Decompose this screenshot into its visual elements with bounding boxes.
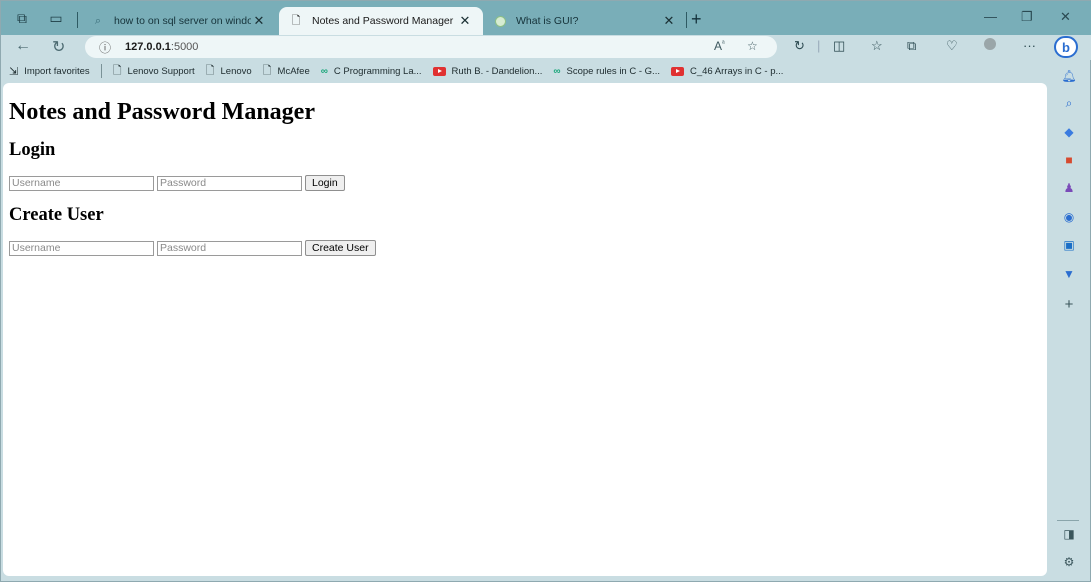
tab-what-is-gui[interactable]: What is GUI? ✕	[483, 7, 687, 35]
address-bar-row: ← ↻ ⓘ 127.0.0.1:5000 Aᵃ ☆ ↻ | ◫ ☆ ⧉ ♡ ··…	[1, 35, 1091, 60]
refresh-icon[interactable]: ↻	[52, 37, 65, 57]
bookmark-dandelion[interactable]: Ruth B. - Dandelion...	[432, 65, 543, 77]
login-form: Login	[9, 175, 1041, 191]
page-viewport: Notes and Password Manager Login Login C…	[3, 83, 1047, 576]
tab-title: how to on sql server on windows	[114, 15, 251, 27]
close-icon[interactable]: ✕	[661, 13, 677, 29]
link-icon: ∞	[553, 65, 561, 77]
bookmark-arrays-in-c[interactable]: C_46 Arrays in C - p...	[670, 65, 784, 77]
page-icon: 🗋	[112, 64, 122, 77]
bookmark-label: C_46 Arrays in C - p...	[689, 65, 784, 77]
tab-title: What is GUI?	[516, 15, 579, 27]
bookmark-lenovo[interactable]: 🗋 Lenovo	[206, 62, 252, 81]
bookmark-label: Import favorites	[24, 65, 90, 77]
import-icon: ⇲	[9, 65, 19, 78]
create-user-form: Create User	[9, 240, 1041, 256]
youtube-icon	[432, 66, 446, 76]
bookmark-lenovo-support[interactable]: 🗋 Lenovo Support	[113, 62, 195, 81]
tab-actions-icon[interactable]: ▭	[45, 7, 67, 29]
site-info-icon[interactable]: ⓘ	[99, 39, 111, 56]
create-password-input[interactable]	[157, 240, 302, 256]
toolbar-separator: |	[817, 38, 821, 53]
tab-separator	[77, 12, 78, 28]
read-aloud-icon[interactable]: Aᵃ	[714, 39, 725, 53]
restore-icon[interactable]: ❐	[1021, 9, 1033, 25]
outlook-icon[interactable]: ▣	[1059, 235, 1079, 255]
tab-notes-manager[interactable]: 🗋 Notes and Password Manager ✕	[279, 7, 483, 35]
bookmark-c-programming[interactable]: ∞ C Programming La...	[321, 66, 422, 77]
bookmark-mcafee[interactable]: 🗋 McAfee	[263, 62, 310, 81]
games-icon[interactable]: ♟	[1059, 178, 1079, 198]
login-button[interactable]: Login	[305, 175, 345, 191]
login-heading: Login	[9, 140, 56, 160]
youtube-icon	[670, 66, 684, 76]
search-icon[interactable]: ⌕	[1059, 93, 1079, 113]
page-title: Notes and Password Manager	[9, 99, 315, 125]
tab-sql-server[interactable]: ⌕ how to on sql server on windows ✕	[81, 7, 277, 35]
new-tab-icon[interactable]: +	[691, 10, 702, 28]
favorite-star-icon[interactable]: ☆	[747, 39, 758, 53]
url-host: 127.0.0.1	[125, 41, 171, 53]
create-username-input[interactable]	[9, 240, 154, 256]
login-username-input[interactable]	[9, 175, 154, 191]
page-icon: 🗋	[291, 14, 301, 27]
browser-essentials-icon[interactable]: ♡	[946, 38, 958, 54]
tools-icon[interactable]: ■	[1059, 150, 1079, 170]
create-user-heading: Create User	[9, 205, 104, 225]
office-icon[interactable]: ◉	[1059, 207, 1079, 227]
bookmark-label: Scope rules in C - G...	[566, 65, 660, 77]
shopping-tag-icon[interactable]: ◆	[1059, 122, 1079, 142]
edge-sidebar: 🔔︎ ⌕ ◆ ■ ♟ ◉ ▣ ▼ + ◨ ⚙	[1049, 35, 1091, 582]
address-bar[interactable]: ⓘ 127.0.0.1:5000	[85, 36, 777, 58]
tab-strip: ⧉ ▭ ⌕ how to on sql server on windows ✕ …	[1, 1, 1091, 35]
close-icon[interactable]: ✕	[457, 13, 473, 29]
bookmark-separator	[100, 64, 102, 78]
url-port: :5000	[170, 41, 199, 53]
copilot-icon[interactable]: ↻	[794, 38, 805, 54]
split-screen-icon[interactable]: ◫	[833, 38, 845, 54]
browser-window: ⧉ ▭ ⌕ how to on sql server on windows ✕ …	[0, 0, 1091, 582]
sidebar-divider	[1057, 520, 1079, 521]
bookmark-label: Lenovo	[220, 65, 252, 77]
notification-bell-icon[interactable]: 🔔︎	[1059, 66, 1079, 86]
bookmark-scope-rules[interactable]: ∞ Scope rules in C - G...	[553, 66, 660, 77]
bookmark-import-favorites[interactable]: ⇲ Import favorites	[9, 65, 90, 78]
login-password-input[interactable]	[157, 175, 302, 191]
more-menu-icon[interactable]: ···	[1023, 38, 1036, 53]
bookmark-label: C Programming La...	[333, 65, 422, 77]
tab-separator	[686, 12, 687, 28]
drop-icon[interactable]: ▼	[1059, 264, 1079, 284]
workspaces-icon[interactable]: ⧉	[11, 7, 33, 29]
close-icon[interactable]: ✕	[251, 13, 267, 29]
page-content: Notes and Password Manager Login Login C…	[3, 83, 1047, 284]
page-icon: 🗋	[205, 64, 215, 77]
bookmark-label: Ruth B. - Dandelion...	[451, 65, 543, 77]
settings-gear-icon[interactable]: ⚙	[1059, 552, 1079, 572]
globe-icon	[493, 14, 507, 28]
page-icon: 🗋	[262, 64, 272, 77]
collections-icon[interactable]: ⧉	[907, 38, 916, 54]
bookmark-label: McAfee	[277, 65, 310, 77]
bookmark-label: Lenovo Support	[127, 65, 195, 77]
back-icon[interactable]: ←	[15, 37, 31, 55]
hide-sidebar-icon[interactable]: ◨	[1059, 524, 1079, 544]
search-icon: ⌕	[94, 14, 102, 27]
favorites-icon[interactable]: ☆	[871, 38, 883, 54]
window-close-icon[interactable]: ✕	[1060, 9, 1071, 25]
link-icon: ∞	[320, 65, 328, 77]
bookmarks-bar: ⇲ Import favorites 🗋 Lenovo Support 🗋 Le…	[1, 60, 1051, 82]
tab-title: Notes and Password Manager	[312, 15, 454, 27]
add-sidebar-app-icon[interactable]: +	[1059, 294, 1079, 314]
minimize-icon[interactable]: —	[984, 9, 997, 24]
profile-avatar[interactable]	[984, 38, 996, 53]
create-user-button[interactable]: Create User	[305, 240, 376, 256]
